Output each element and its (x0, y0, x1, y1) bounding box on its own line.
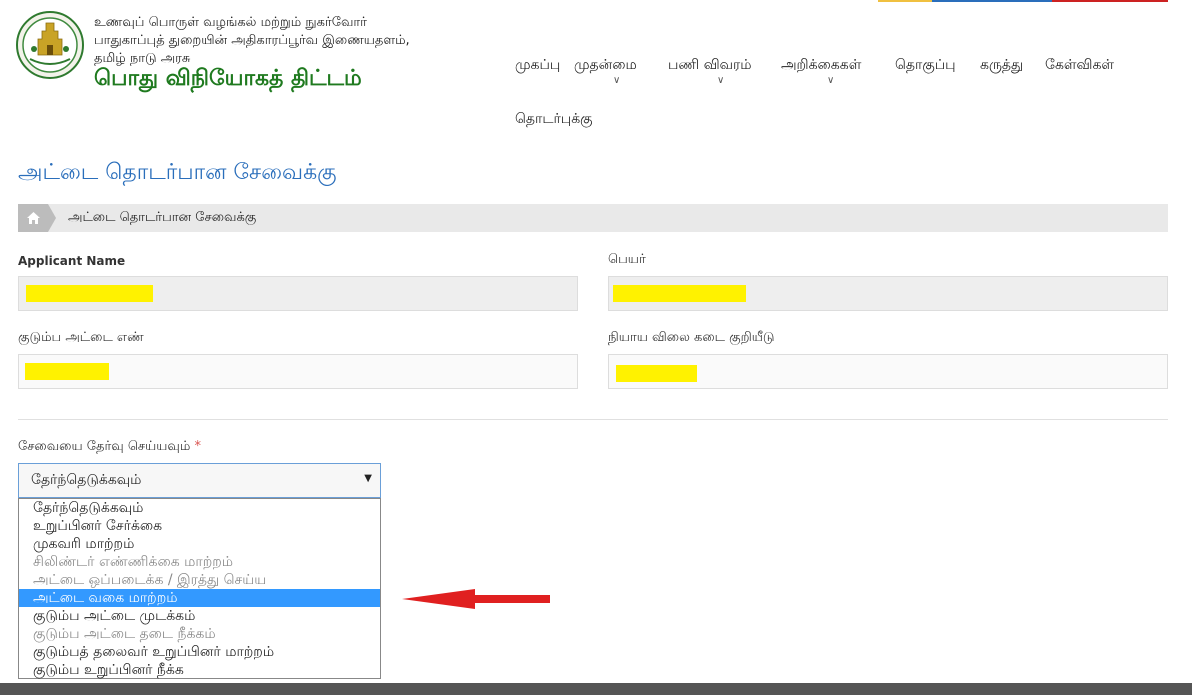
option-7: குடும்ப அட்டை தடை நீக்கம் (33, 626, 216, 642)
name-tamil-label: பெயர் (608, 252, 646, 267)
option-0[interactable]: தேர்ந்தெடுக்கவும் (19, 499, 380, 517)
top-bar-segment (878, 0, 932, 2)
option-5[interactable]: அட்டை வகை மாற்றம் (19, 589, 380, 607)
annotation-arrow-icon (402, 589, 550, 609)
breadcrumb-current: அட்டை தொடர்பான சேவைக்கு (68, 210, 257, 225)
chevron-down-icon: ∨ (827, 75, 835, 86)
redaction-highlight (613, 285, 746, 302)
chevron-down-icon: ∨ (613, 75, 621, 86)
divider (18, 419, 1168, 420)
header-line-1: உணவுப் பொருள் வழங்கல் மற்றும் நுகர்வோர் (94, 15, 367, 30)
site-title[interactable]: பொது விநியோகத் திட்டம் (94, 66, 362, 94)
breadcrumb: அட்டை தொடர்பான சேவைக்கு (18, 204, 1168, 232)
redaction-highlight (616, 365, 697, 382)
option-4: அட்டை ஒப்படைக்க / இரத்து செய்ய (33, 572, 267, 588)
nav-reports[interactable]: அறிக்கைகள் (781, 57, 861, 75)
nav-contact[interactable]: தொடர்புக்கு (515, 111, 593, 129)
option-3: சிலிண்டர் எண்ணிக்கை மாற்றம் (33, 554, 234, 570)
service-select-value: தேர்ந்தெடுக்கவும் (31, 472, 142, 488)
redaction-highlight (26, 285, 153, 302)
page-title: அட்டை தொடர்பான சேவைக்கு (18, 160, 337, 185)
family-card-field[interactable] (18, 354, 578, 389)
shop-code-label: நியாய விலை கடை குறியீடு (608, 330, 775, 345)
nav-faq[interactable]: கேள்விகள் (1045, 57, 1114, 75)
service-label: சேவையை தேர்வு செய்யவும் * (18, 439, 201, 455)
applicant-name-field[interactable] (18, 276, 578, 311)
redaction-highlight (25, 363, 109, 380)
nav-collection[interactable]: தொகுப்பு (895, 57, 956, 75)
nav-work-details[interactable]: பணி விவரம் (668, 57, 752, 75)
chevron-down-icon: ∨ (717, 75, 725, 86)
breadcrumb-home[interactable] (18, 204, 56, 232)
family-card-label: குடும்ப அட்டை எண் (18, 330, 144, 345)
name-tamil-field[interactable] (608, 276, 1168, 311)
footer-bar (0, 683, 1192, 695)
service-label-text: சேவையை தேர்வு செய்யவும் (18, 439, 191, 454)
nav-feedback[interactable]: கருத்து (980, 57, 1023, 75)
top-bar-segment (1052, 0, 1168, 2)
option-2[interactable]: முகவரி மாற்றம் (19, 535, 380, 553)
top-bar-segment (992, 0, 1052, 2)
required-mark: * (194, 439, 201, 454)
service-dropdown-list: தேர்ந்தெடுக்கவும் உறுப்பினர் சேர்க்கை மு… (18, 498, 381, 679)
applicant-name-label: Applicant Name (18, 254, 126, 268)
option-6[interactable]: குடும்ப அட்டை முடக்கம் (19, 607, 380, 625)
tamil-nadu-emblem-icon[interactable] (16, 9, 84, 81)
nav-main[interactable]: முதன்மை (574, 57, 637, 75)
home-icon (27, 212, 40, 224)
option-9[interactable]: குடும்ப உறுப்பினர் நீக்க (19, 661, 380, 679)
service-select[interactable]: தேர்ந்தெடுக்கவும் ▼ (18, 463, 381, 498)
top-bar-segment (932, 0, 992, 2)
top-color-bar (0, 0, 1192, 2)
header-line-3: தமிழ் நாடு அரசு (94, 51, 191, 66)
caret-down-icon: ▼ (364, 473, 372, 484)
option-1[interactable]: உறுப்பினர் சேர்க்கை (19, 517, 380, 535)
nav-home[interactable]: முகப்பு (515, 57, 560, 75)
option-8[interactable]: குடும்பத் தலைவர் உறுப்பினர் மாற்றம் (19, 643, 380, 661)
header-line-2: பாதுகாப்புத் துறையின் அதிகாரப்பூர்வ இணைய… (94, 33, 410, 48)
shop-code-field[interactable] (608, 354, 1168, 389)
